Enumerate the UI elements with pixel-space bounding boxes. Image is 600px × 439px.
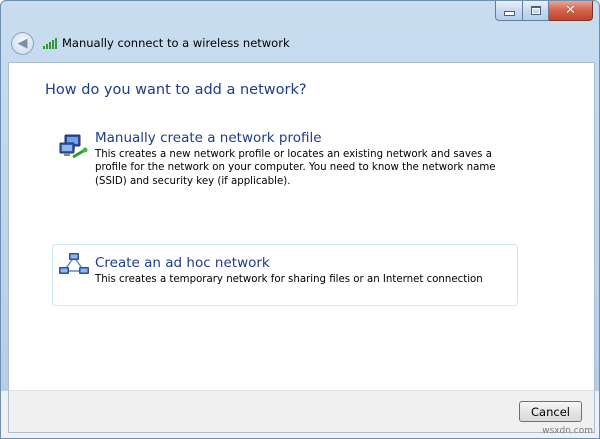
maximize-icon (530, 6, 541, 15)
footer: Cancel wsxdn.com (1, 390, 599, 438)
watermark: wsxdn.com (542, 426, 593, 436)
adhoc-network-icon (57, 249, 91, 301)
back-button[interactable]: ◀ (11, 31, 34, 55)
content-panel: How do you want to add a network? Manual… (8, 62, 595, 392)
manual-profile-option[interactable]: Manually create a network profile This c… (52, 125, 518, 191)
dialog-window: ✕ ◀ Manually connect to a wireless netwo… (0, 0, 600, 439)
manual-profile-description: This creates a new network profile or lo… (95, 149, 496, 187)
window-title: Manually connect to a wireless network (62, 36, 290, 50)
adhoc-network-title: Create an ad hoc network (95, 255, 270, 271)
adhoc-network-description: This creates a temporary network for sha… (95, 274, 483, 285)
close-button[interactable]: ✕ (549, 1, 593, 21)
minimize-button[interactable] (495, 1, 523, 21)
maximize-button[interactable] (523, 1, 549, 21)
caption-buttons: ✕ (495, 1, 593, 21)
close-icon: ✕ (565, 3, 576, 18)
nav-bar: ◀ Manually connect to a wireless network (1, 25, 599, 61)
footer-frame: Cancel (8, 390, 595, 433)
minimize-icon (503, 11, 515, 16)
adhoc-network-option[interactable]: Create an ad hoc network This creates a … (52, 244, 518, 306)
cancel-button[interactable]: Cancel (519, 401, 582, 422)
network-computers-icon (57, 130, 91, 186)
wireless-signal-icon (43, 37, 57, 49)
back-arrow-icon: ◀ (17, 35, 28, 51)
page-title: How do you want to add a network? (45, 82, 307, 98)
manual-profile-title: Manually create a network profile (95, 130, 322, 146)
